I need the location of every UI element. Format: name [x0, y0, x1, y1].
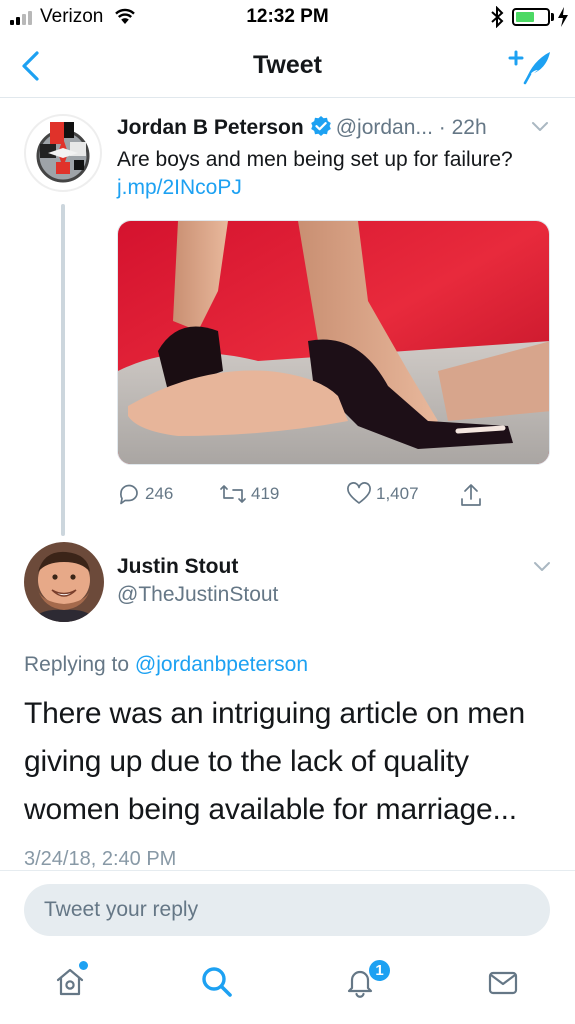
- parent-tweet-link[interactable]: j.mp/2INcoPJ: [117, 176, 242, 199]
- reply-tweet-timestamp: 3/24/18, 2:40 PM: [24, 848, 177, 870]
- replying-to-line: Replying to @jordanbpeterson: [24, 653, 308, 677]
- heart-icon: [347, 482, 371, 504]
- reply-author-handle[interactable]: @TheJustinStout: [117, 583, 278, 607]
- replying-to-prefix: Replying to: [24, 653, 130, 676]
- tab-bar: [0, 946, 575, 1024]
- notifications-badge: 1: [367, 958, 392, 983]
- verified-badge-icon: [310, 116, 331, 136]
- share-action[interactable]: [459, 482, 483, 508]
- home-new-content-dot: [79, 961, 88, 970]
- parent-tweet-body: Are boys and men being set up for failur…: [117, 148, 513, 171]
- messages-icon: [488, 971, 518, 995]
- retweet-count: 419: [251, 484, 280, 503]
- status-bar: Verizon 12:32 PM: [0, 0, 575, 34]
- parent-author-handle[interactable]: @jordan...: [336, 116, 433, 139]
- charging-icon: [558, 7, 568, 27]
- tab-messages[interactable]: [481, 960, 525, 1004]
- reply-input[interactable]: [24, 884, 550, 936]
- parent-tweet-time: · 22h: [438, 116, 487, 139]
- like-count: 1,407: [376, 484, 419, 503]
- retweet-action[interactable]: 419: [219, 482, 279, 506]
- like-action[interactable]: 1,407: [346, 482, 419, 506]
- page-title: Tweet: [253, 51, 322, 79]
- reply-tweet-menu-chevron-icon[interactable]: [533, 561, 551, 573]
- replying-to-mention[interactable]: @jordanbpeterson: [135, 653, 308, 676]
- parent-tweet-header: Jordan B Peterson @jordan... · 22h: [117, 115, 557, 145]
- parent-tweet-photo[interactable]: [117, 220, 550, 465]
- parent-tweet-menu-chevron-icon[interactable]: [531, 120, 549, 134]
- compose-tweet-icon[interactable]: [508, 46, 554, 86]
- clock: 12:32 PM: [246, 6, 329, 27]
- parent-tweet-text: Are boys and men being set up for failur…: [117, 146, 537, 202]
- tab-search[interactable]: [195, 960, 239, 1004]
- reply-count: 246: [145, 484, 174, 503]
- reply-author-name[interactable]: Justin Stout: [117, 555, 238, 579]
- parent-author-name[interactable]: Jordan B Peterson: [117, 116, 304, 139]
- parent-tweet-actions: 246 419 1,407: [117, 482, 557, 510]
- share-icon: [461, 484, 481, 506]
- reply-author-avatar[interactable]: [24, 542, 104, 622]
- parent-author-avatar[interactable]: [24, 114, 102, 192]
- thread-connector-line: [61, 204, 65, 536]
- reply-icon: [120, 484, 138, 505]
- search-icon: [202, 967, 232, 997]
- battery-icon: [512, 8, 550, 26]
- reply-action[interactable]: 246: [117, 482, 173, 506]
- navigation-bar: Tweet: [0, 34, 575, 98]
- bluetooth-icon: [491, 6, 504, 28]
- home-icon: [56, 968, 84, 996]
- retweet-icon: [220, 485, 246, 503]
- reply-tweet-text: There was an intriguing article on men g…: [24, 697, 525, 826]
